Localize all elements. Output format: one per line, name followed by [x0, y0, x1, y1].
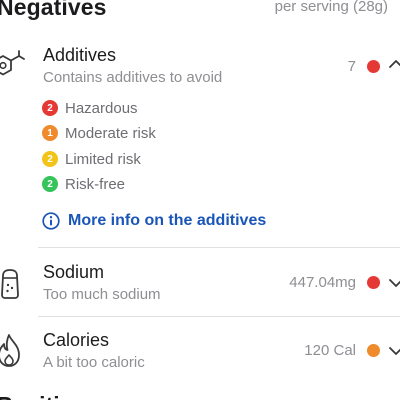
legend-label: Limited risk: [65, 150, 141, 168]
flame-icon: [0, 334, 20, 367]
additives-status-dot: [367, 60, 380, 73]
legend-badge: 2: [42, 151, 58, 167]
legend-label: Risk-free: [65, 175, 126, 193]
calories-subtitle: A bit too caloric: [43, 354, 145, 371]
sodium-value: 447.04mg: [289, 274, 356, 291]
more-info-additives-link[interactable]: More info on the additives: [42, 211, 266, 231]
legend-item-risk-free: 2 Risk-free: [42, 175, 125, 193]
calories-value: 120 Cal: [304, 342, 356, 359]
legend-label: Moderate risk: [65, 124, 156, 142]
sodium-status-dot: [367, 276, 380, 289]
additives-subtitle: Contains additives to avoid: [43, 69, 223, 86]
salt-shaker-icon: [1, 269, 19, 299]
legend-badge: 1: [42, 125, 58, 141]
section-title: Negatives: [0, 0, 107, 20]
legend-item-moderate-risk: 1 Moderate risk: [42, 124, 156, 142]
calories-status-dot: [367, 344, 380, 357]
negatives-header: Negatives per serving (28g): [0, 0, 400, 30]
more-info-label: More info on the additives: [68, 212, 267, 229]
additives-title: Additives: [43, 45, 117, 65]
chevron-down-icon[interactable]: [389, 277, 400, 289]
positives-header: Positives: [0, 392, 98, 400]
additives-count: 7: [347, 58, 356, 75]
legend-badge: 2: [42, 100, 58, 116]
serving-size-label: per serving (28g): [274, 0, 388, 15]
divider: [38, 316, 400, 317]
info-icon: [42, 212, 60, 230]
chevron-down-icon[interactable]: [389, 345, 400, 357]
divider: [38, 247, 400, 248]
chevron-up-icon[interactable]: [389, 58, 400, 70]
calories-title: Calories: [43, 330, 110, 350]
legend-badge: 2: [42, 176, 58, 192]
legend-item-hazardous: 2 Hazardous: [42, 99, 138, 117]
sodium-title: Sodium: [43, 262, 105, 282]
sodium-subtitle: Too much sodium: [43, 286, 161, 303]
molecule-icon: [0, 50, 25, 76]
legend-label: Hazardous: [65, 99, 138, 117]
legend-item-limited-risk: 2 Limited risk: [42, 150, 141, 168]
